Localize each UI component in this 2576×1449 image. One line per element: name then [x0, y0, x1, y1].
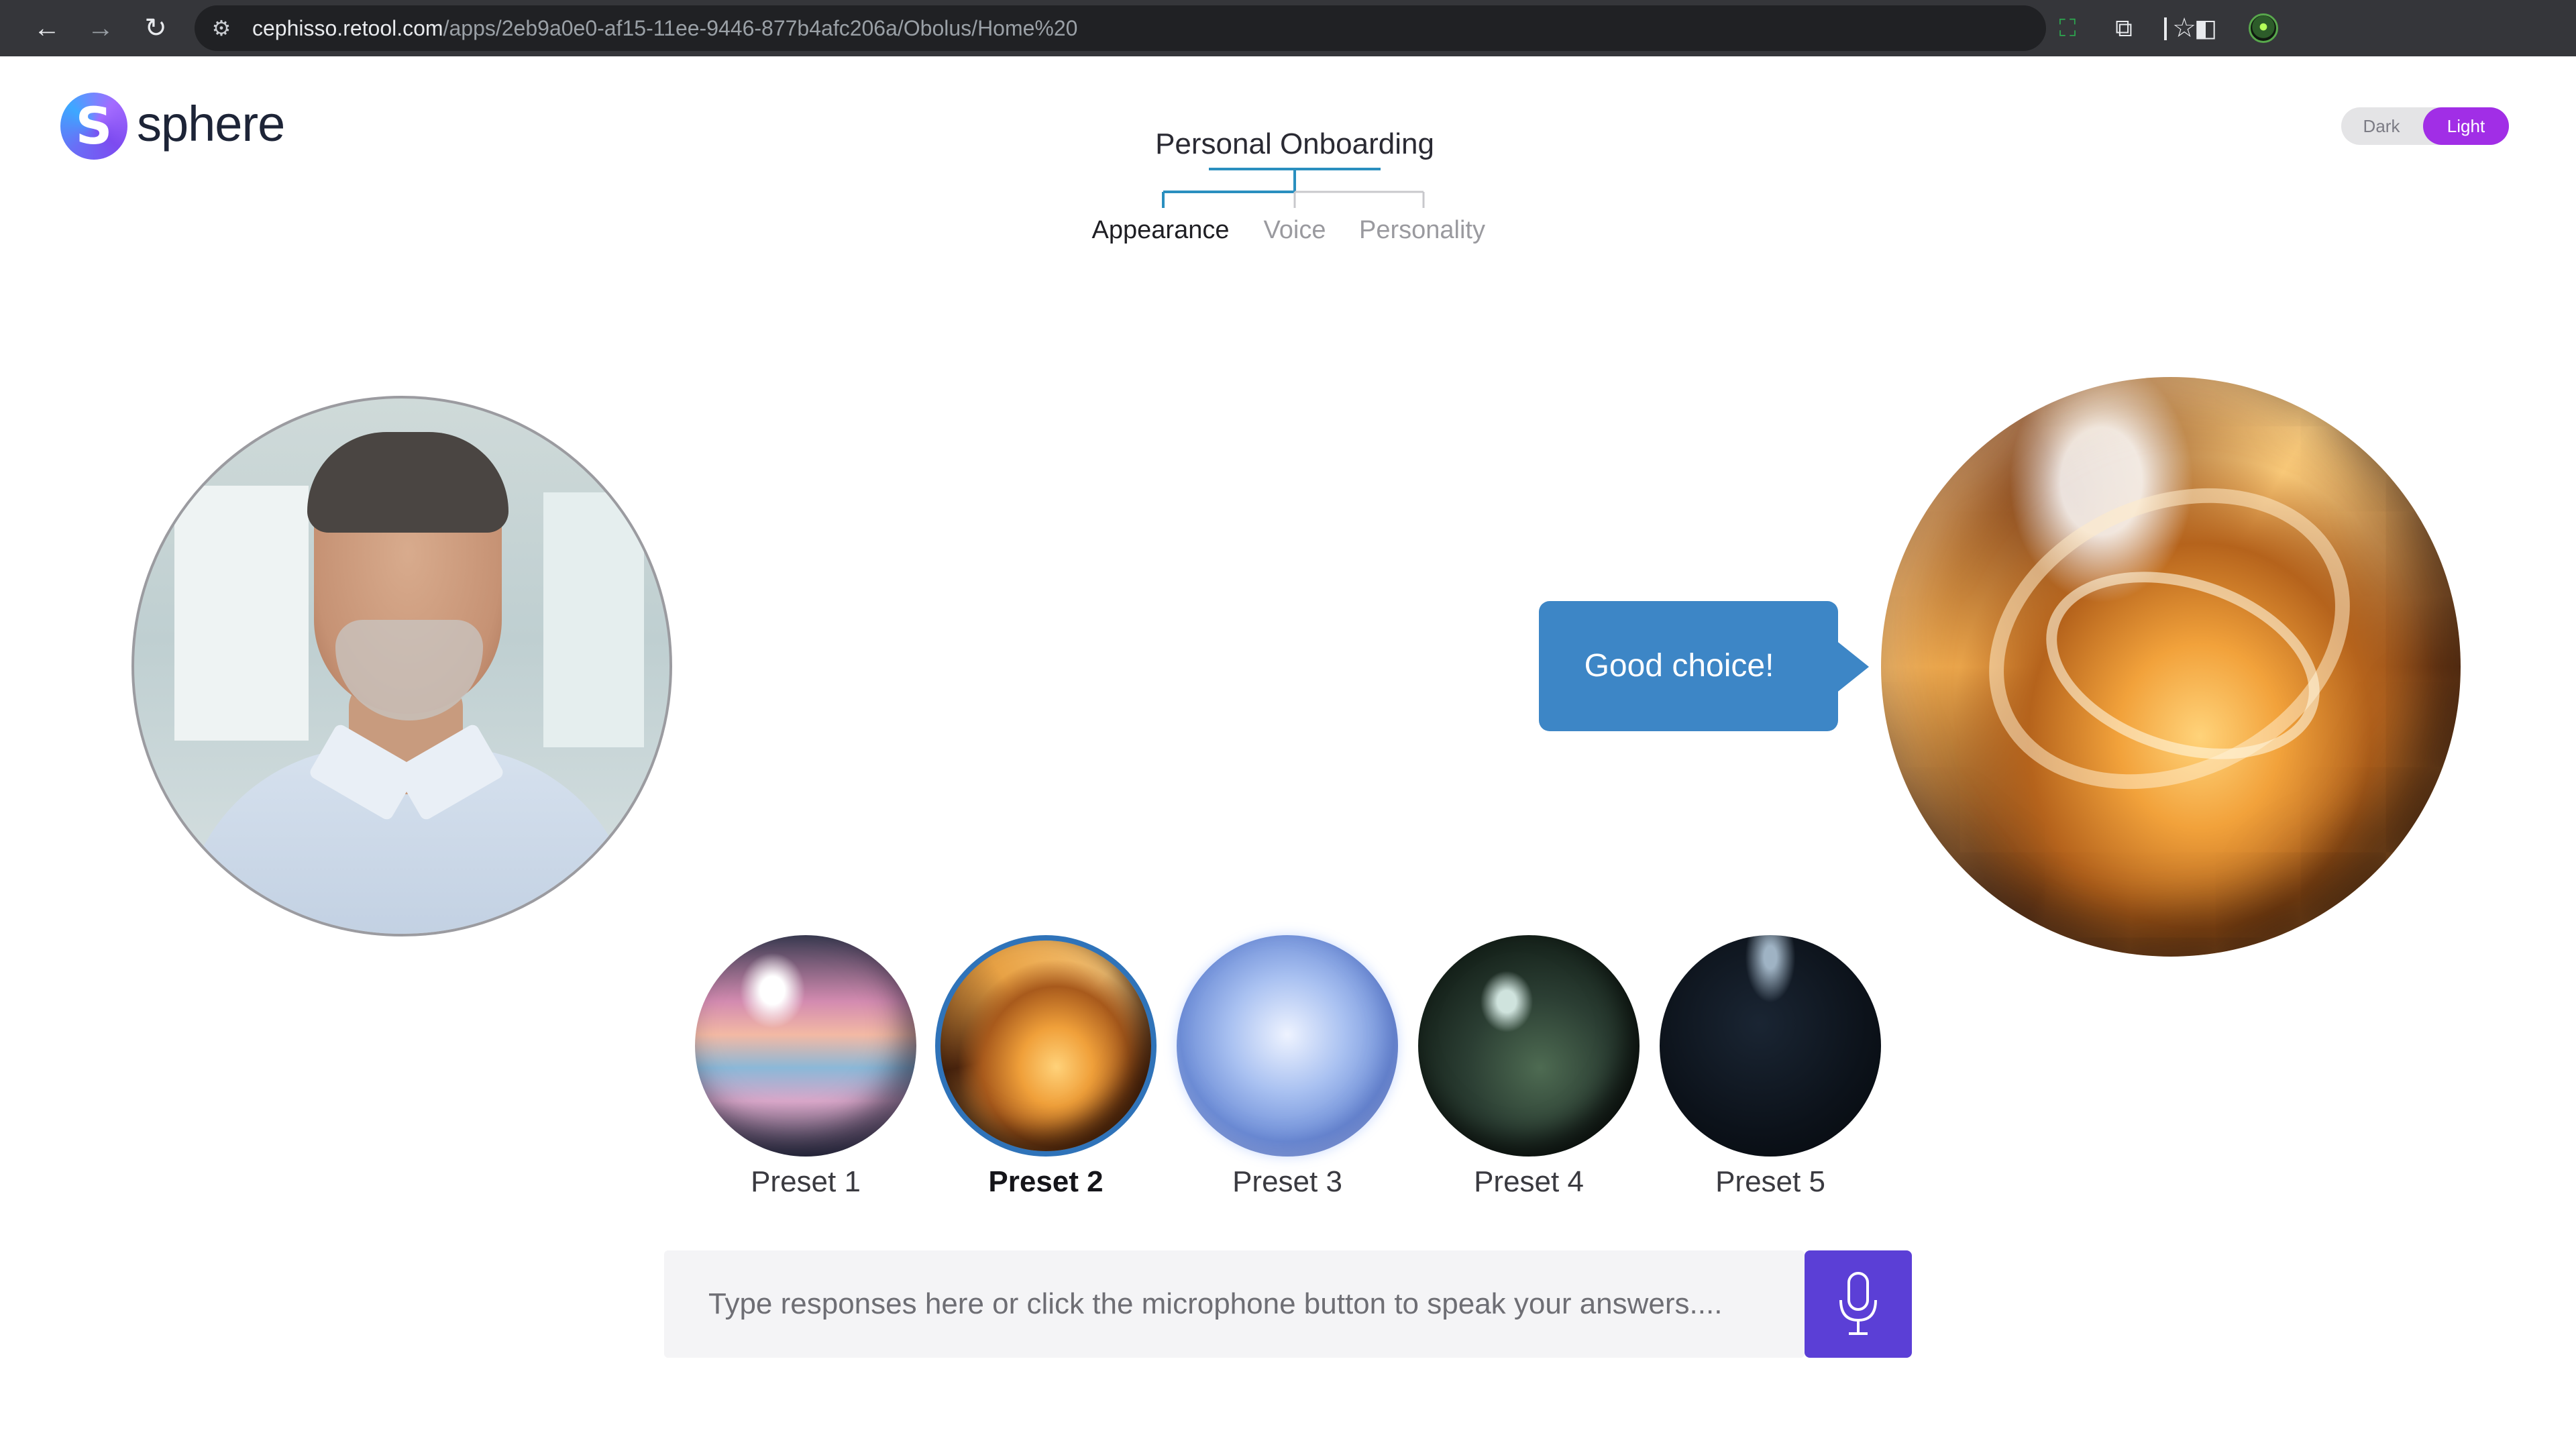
forward-icon[interactable]: →	[83, 11, 118, 46]
url-host: cephisso.retool.com	[252, 16, 443, 40]
background-window	[543, 492, 644, 747]
side-panel-icon[interactable]: ◧	[2188, 11, 2223, 46]
preset-orb[interactable]	[1660, 935, 1881, 1157]
theme-dark-option[interactable]: Dark	[2341, 107, 2422, 145]
url-text[interactable]: cephisso.retool.com/apps/2eb9a0e0-af15-1…	[252, 5, 1077, 51]
step-appearance[interactable]: Appearance	[1073, 207, 1248, 254]
microphone-icon	[1839, 1272, 1877, 1335]
response-input-container	[664, 1250, 1805, 1358]
preset-label: Preset 5	[1715, 1165, 1825, 1198]
step-connector-lines	[1162, 168, 1425, 208]
preset-5[interactable]: Preset 5	[1660, 935, 1881, 1217]
preset-orb[interactable]	[695, 935, 916, 1157]
theme-light-option[interactable]: Light	[2423, 107, 2509, 145]
preset-orb[interactable]	[1418, 935, 1640, 1157]
preset-1[interactable]: Preset 1	[695, 935, 916, 1217]
screen-capture-icon[interactable]: ⛶	[2050, 11, 2085, 46]
preset-orb[interactable]	[935, 935, 1157, 1157]
sphere-logo-icon: S	[60, 93, 127, 160]
logo-glyph: S	[75, 96, 113, 156]
profile-avatar-icon[interactable]	[2249, 13, 2278, 43]
reload-icon[interactable]: ↻	[138, 11, 173, 46]
toolbar-divider	[2164, 17, 2167, 40]
preset-label: Preset 4	[1474, 1165, 1584, 1198]
url-path: /apps/2eb9a0e0-af15-11ee-9446-877b4afc20…	[443, 16, 1078, 40]
theme-toggle[interactable]: Dark Light	[2341, 107, 2509, 145]
preset-orb[interactable]	[1177, 935, 1398, 1157]
back-icon[interactable]: ←	[30, 11, 64, 46]
brand-name: sphere	[137, 96, 285, 152]
onboarding-title: Personal Onboarding	[1155, 127, 1434, 160]
background-window	[174, 486, 309, 741]
user-portrait	[131, 396, 672, 936]
extensions-icon[interactable]: ⧉	[2106, 11, 2141, 46]
speech-bubble-tail	[1835, 640, 1869, 694]
assistant-speech-bubble: Good choice!	[1539, 601, 1838, 731]
preset-2[interactable]: Preset 2	[935, 935, 1157, 1217]
preset-4[interactable]: Preset 4	[1418, 935, 1640, 1217]
preset-label: Preset 2	[988, 1165, 1104, 1198]
step-voice[interactable]: Voice	[1254, 207, 1335, 254]
address-bar[interactable]: ⚙ cephisso.retool.com/apps/2eb9a0e0-af15…	[195, 5, 2196, 51]
step-personality[interactable]: Personality	[1348, 207, 1496, 254]
preset-3[interactable]: Preset 3	[1177, 935, 1398, 1217]
selected-avatar-orb	[1881, 377, 2461, 957]
browser-toolbar: ← → ↻ ⚙ cephisso.retool.com/apps/2eb9a0e…	[0, 0, 2576, 56]
portrait-hair	[307, 432, 508, 533]
microphone-button[interactable]	[1805, 1250, 1912, 1358]
site-settings-icon[interactable]: ⚙	[208, 15, 235, 42]
preset-label: Preset 3	[1232, 1165, 1342, 1198]
preset-label: Preset 1	[751, 1165, 861, 1198]
speech-bubble-text: Good choice!	[1584, 648, 1774, 684]
response-input[interactable]	[664, 1250, 1805, 1358]
